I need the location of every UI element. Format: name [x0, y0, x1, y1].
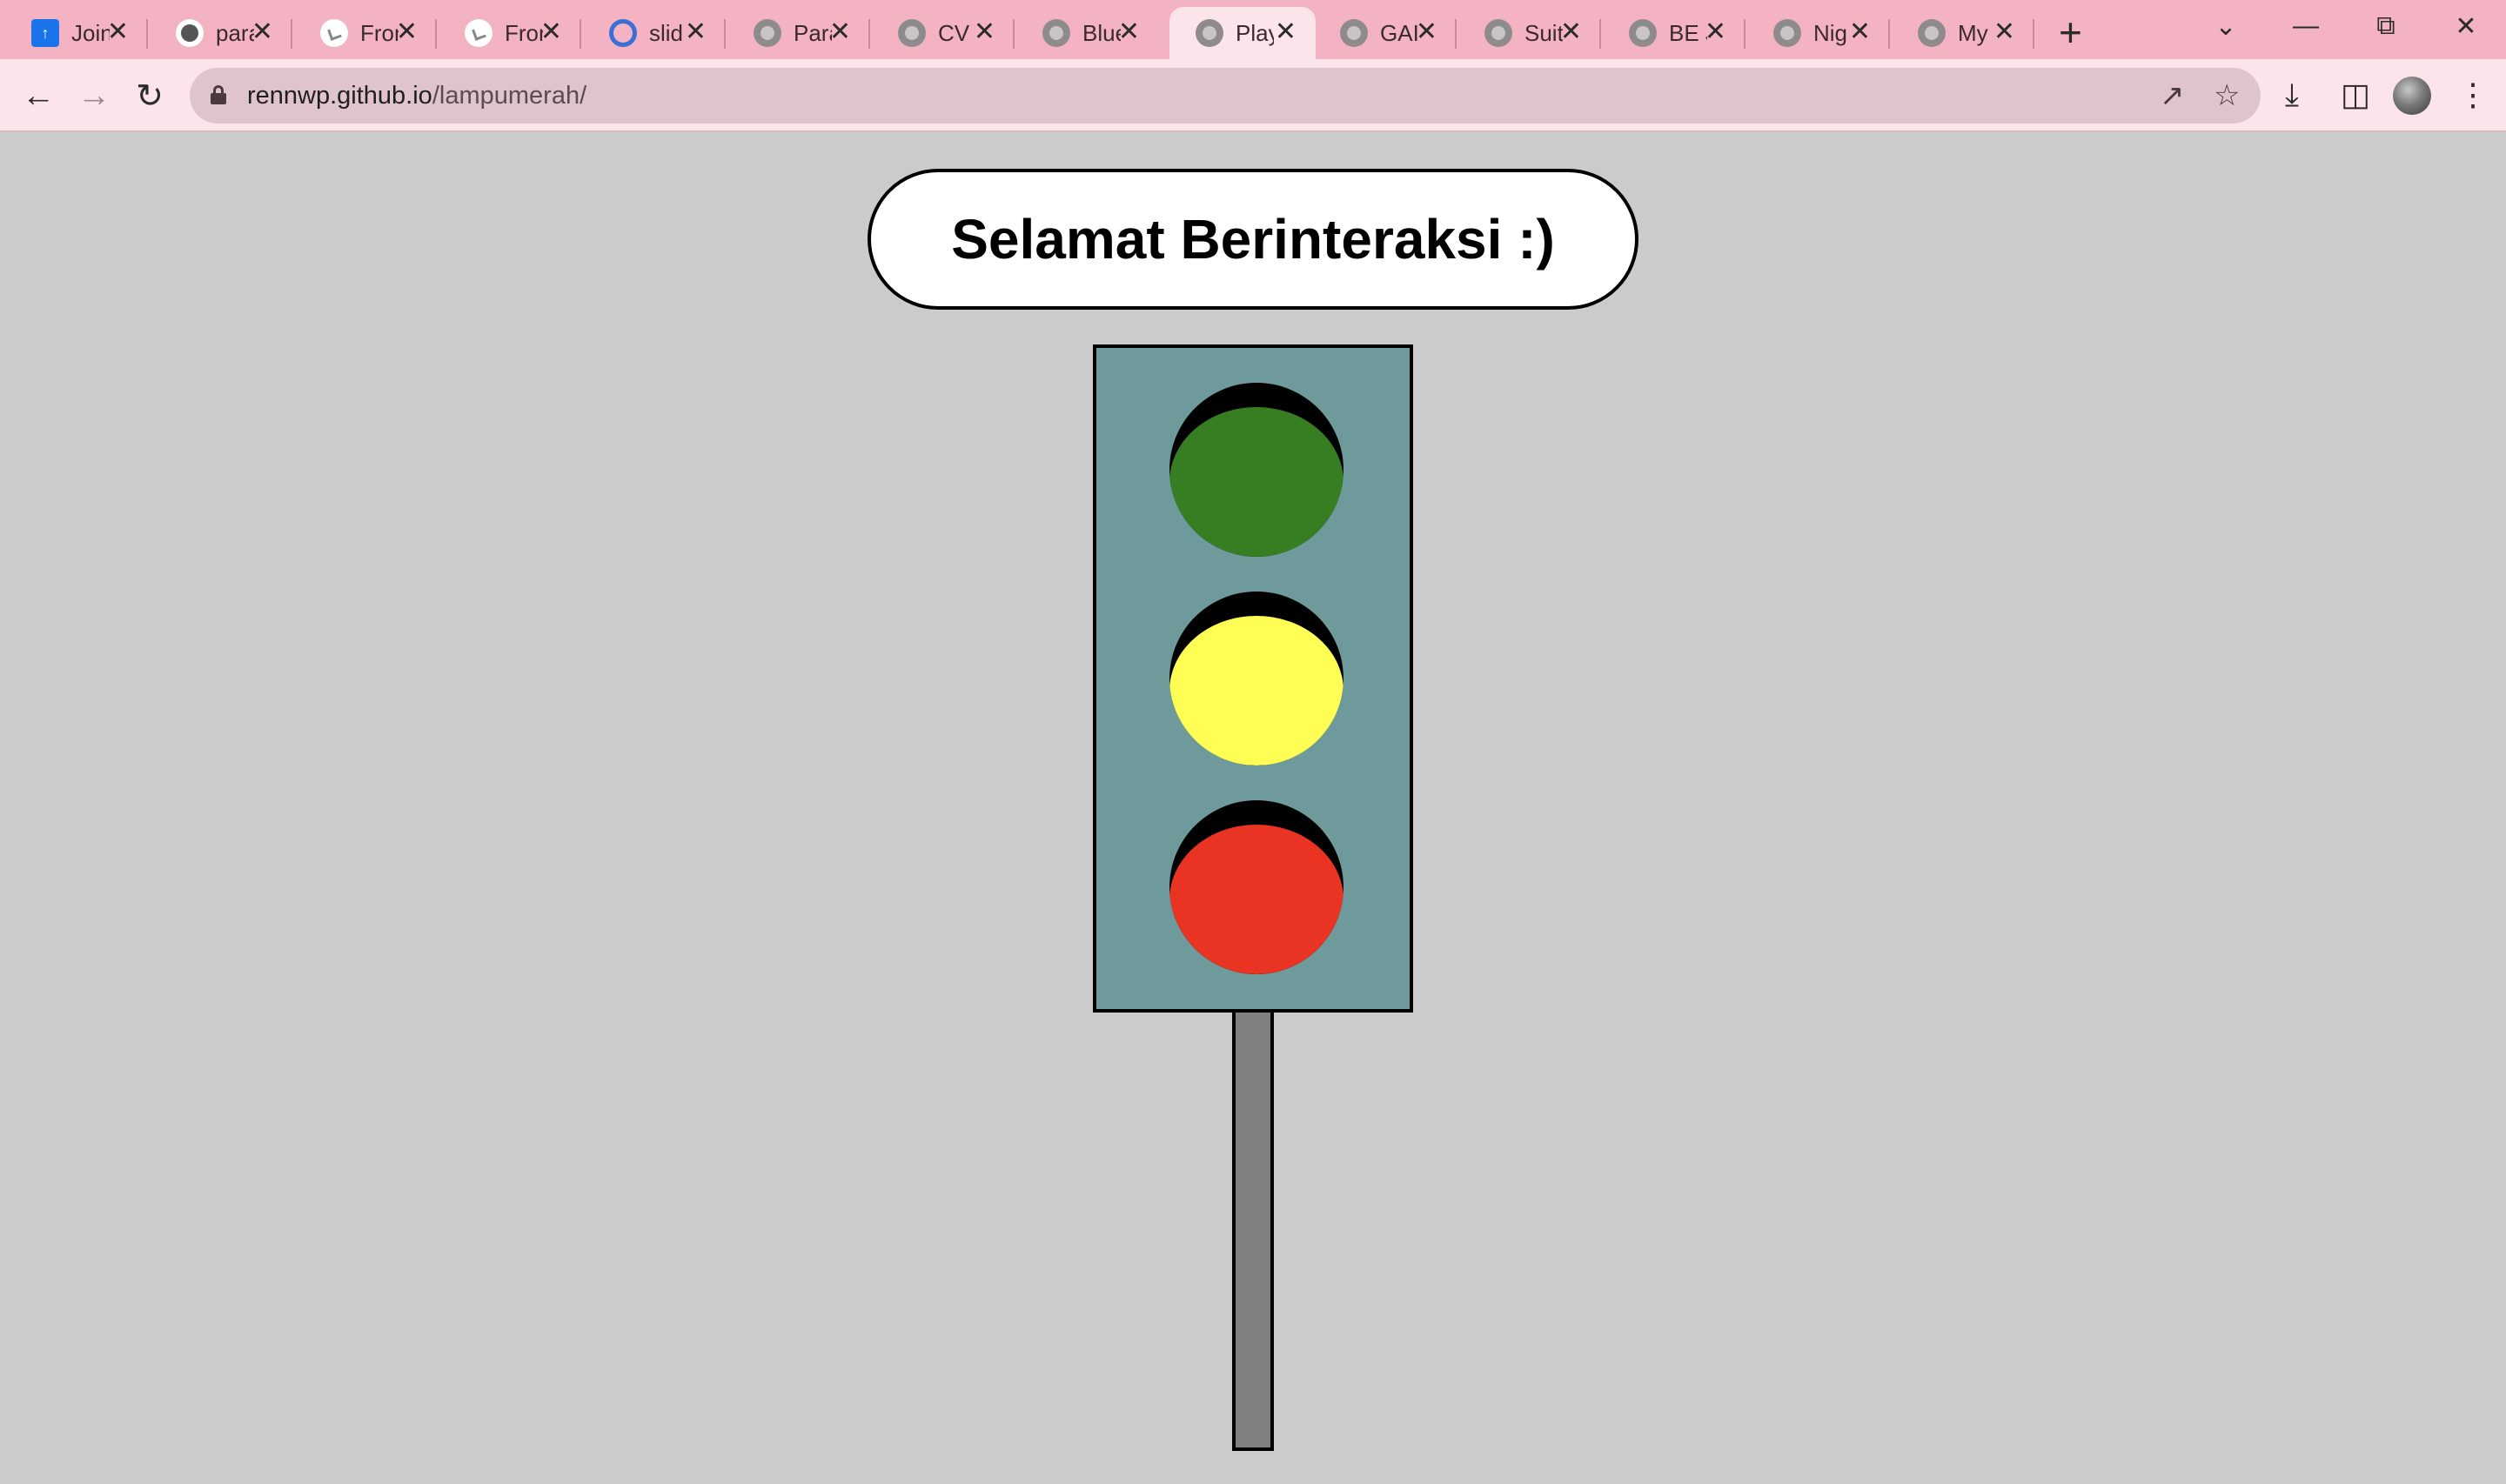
tab-title: slid [649, 19, 684, 46]
tab-13[interactable]: My ✕ [1892, 7, 2034, 59]
tab-separator [1888, 19, 1890, 49]
tab-9[interactable]: GAI ✕ [1314, 7, 1457, 59]
tab-title: Blue [1082, 19, 1121, 46]
globe-icon [898, 19, 926, 47]
new-tab-button[interactable]: + [2059, 10, 2082, 54]
tab-search-chevron-down-icon[interactable]: ⌄ [2186, 0, 2266, 52]
tab-3[interactable]: Fron ✕ [439, 7, 581, 59]
close-icon[interactable]: ✕ [685, 17, 707, 47]
tab-7[interactable]: Blue ✕ [1016, 7, 1159, 59]
forward-arrow-icon[interactable]: → [70, 71, 118, 120]
tab-title: CV [938, 19, 970, 46]
tab-separator [2033, 19, 2034, 49]
tab-6[interactable]: CV ✕ [872, 7, 1015, 59]
profile-avatar[interactable] [2393, 77, 2431, 115]
tab-0[interactable]: ↑ Join ✕ [5, 7, 148, 59]
greeting-banner: Selamat Berinteraksi :) [868, 169, 1638, 310]
url-text[interactable]: rennwp.github.io/lampumerah/ [247, 82, 586, 110]
close-icon[interactable]: ✕ [251, 17, 273, 47]
side-panel-icon[interactable]: ◫ [2341, 75, 2370, 115]
red-lamp[interactable] [1169, 800, 1343, 974]
tab-title: para [216, 19, 254, 46]
close-icon[interactable]: ✕ [396, 17, 418, 47]
tab-title: Fron [505, 19, 543, 46]
tab-separator [291, 19, 292, 49]
tab-separator [724, 19, 726, 49]
close-icon[interactable]: ✕ [1993, 17, 2015, 47]
red-lamp-glow [1169, 825, 1343, 974]
close-icon[interactable]: ✕ [974, 17, 995, 47]
tab-11[interactable]: BE J ✕ [1603, 7, 1745, 59]
ring-icon [609, 19, 637, 47]
tab-separator [146, 19, 148, 49]
tab-title: Play [1236, 19, 1274, 46]
yellow-lamp-glow [1169, 616, 1343, 765]
close-icon[interactable]: ✕ [1705, 17, 1726, 47]
close-icon[interactable]: ✕ [540, 17, 562, 47]
globe-icon [1629, 19, 1657, 47]
yellow-lamp[interactable] [1169, 592, 1343, 765]
close-icon[interactable]: ✕ [107, 17, 129, 47]
tab-8-active[interactable]: Play ✕ [1169, 7, 1316, 59]
bookmark-star-icon[interactable]: ☆ [2214, 78, 2240, 113]
url-domain: rennwp.github.io [247, 82, 432, 110]
tab-separator [435, 19, 437, 49]
globe-icon [1042, 19, 1070, 47]
globe-icon [754, 19, 781, 47]
window-close-icon[interactable]: ✕ [2426, 0, 2506, 52]
reload-icon[interactable]: ↻ [125, 71, 174, 120]
tab-title: Suit [1524, 19, 1563, 46]
traffic-light-pole [1232, 1009, 1274, 1451]
share-icon[interactable]: ↗ [2160, 78, 2185, 113]
tab-4[interactable]: slid ✕ [583, 7, 726, 59]
tab-title: BE J [1669, 19, 1707, 46]
close-icon[interactable]: ✕ [1275, 17, 1297, 47]
site-icon [465, 19, 492, 47]
globe-icon [1918, 19, 1946, 47]
lock-icon[interactable] [211, 85, 226, 104]
close-icon[interactable]: ✕ [1849, 17, 1871, 47]
address-bar[interactable]: rennwp.github.io/lampumerah/ ↗ ☆ [190, 68, 2261, 124]
tab-title: Join [71, 19, 110, 46]
site-icon [320, 19, 348, 47]
browser-toolbar: ← → ↻ rennwp.github.io/lampumerah/ ↗ ☆ ⤓… [0, 59, 2506, 132]
tab-separator [868, 19, 870, 49]
globe-icon [1196, 19, 1223, 47]
url-path: /lampumerah/ [432, 82, 587, 110]
tab-title: Fron [360, 19, 399, 46]
traffic-light-housing [1093, 344, 1413, 1013]
app-icon: ↑ [31, 19, 59, 47]
green-lamp[interactable] [1169, 383, 1343, 557]
tab-title: Para [794, 19, 832, 46]
minimize-icon[interactable]: — [2266, 0, 2346, 52]
globe-icon [1773, 19, 1801, 47]
tab-10[interactable]: Suit ✕ [1458, 7, 1601, 59]
close-icon[interactable]: ✕ [1416, 17, 1437, 47]
tab-strip: ↑ Join ✕ para ✕ Fron ✕ Fron ✕ slid ✕ Par… [0, 0, 2506, 59]
tab-separator [1455, 19, 1457, 49]
tab-separator [1013, 19, 1015, 49]
close-icon[interactable]: ✕ [1560, 17, 1582, 47]
back-arrow-icon[interactable]: ← [14, 71, 63, 120]
restore-icon[interactable]: ⧉ [2346, 0, 2426, 52]
tab-2[interactable]: Fron ✕ [294, 7, 437, 59]
github-icon [176, 19, 204, 47]
download-icon[interactable]: ⤓ [2285, 75, 2299, 115]
more-menu-icon[interactable]: ⋮ [2457, 75, 2489, 115]
tab-separator [1599, 19, 1601, 49]
globe-icon [1340, 19, 1368, 47]
tab-title: Nig [1813, 19, 1848, 46]
tab-1[interactable]: para ✕ [150, 7, 292, 59]
tab-title: GAI [1380, 19, 1418, 46]
tab-12[interactable]: Nig ✕ [1747, 7, 1890, 59]
close-icon[interactable]: ✕ [829, 17, 851, 47]
globe-icon [1484, 19, 1512, 47]
tab-title: My [1958, 19, 1988, 46]
tab-5[interactable]: Para ✕ [727, 7, 870, 59]
tab-separator [1744, 19, 1745, 49]
close-icon[interactable]: ✕ [1118, 17, 1140, 47]
green-lamp-glow [1169, 407, 1343, 557]
tab-separator [580, 19, 581, 49]
